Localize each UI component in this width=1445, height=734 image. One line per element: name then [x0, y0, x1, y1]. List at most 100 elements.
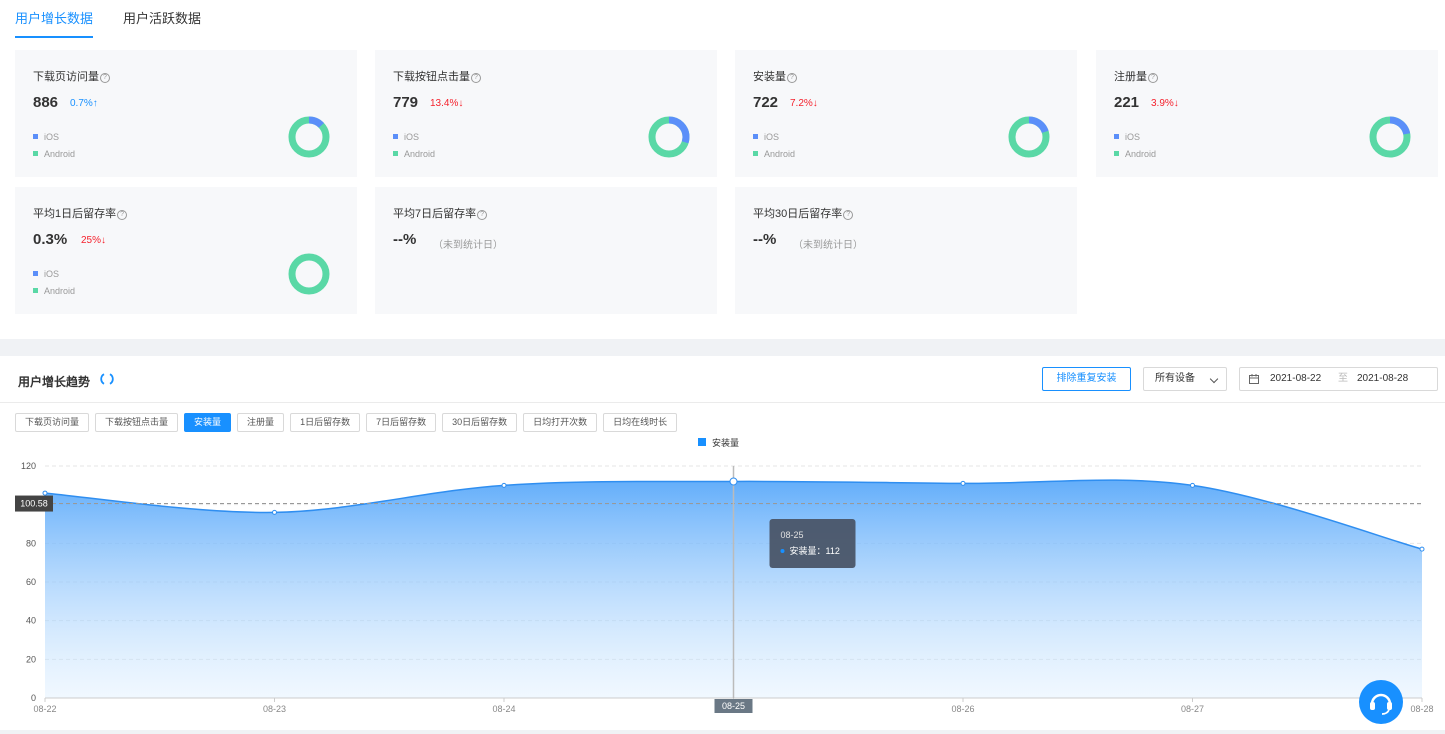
legend-ios: iOS — [33, 132, 59, 142]
y-tick-label: 120 — [21, 461, 36, 471]
help-icon[interactable]: ? — [471, 73, 481, 83]
crosshair-x-label: 08-25 — [722, 701, 745, 711]
tooltip-sep: ： — [817, 546, 826, 556]
legend-dot — [753, 134, 758, 139]
platform-donut-chart[interactable] — [1368, 115, 1412, 159]
legend-dot — [33, 288, 38, 293]
stat-card-value: 221 — [1114, 94, 1140, 111]
stat-card: 平均7日后留存率? --% （未到统计日） — [375, 187, 717, 314]
stat-card-value: 886 — [33, 94, 59, 111]
stat-card-title: 平均7日后留存率? — [393, 205, 488, 221]
platform-donut-chart[interactable] — [647, 115, 691, 159]
legend-dot — [753, 151, 758, 156]
date-start[interactable]: 2021-08-22 — [1270, 368, 1321, 390]
headset-icon — [1370, 693, 1392, 715]
stat-card-title: 下载页访问量? — [33, 68, 110, 84]
date-range-picker[interactable]: 2021-08-22 至 2021-08-28 — [1239, 367, 1438, 391]
refresh-icon[interactable] — [100, 372, 114, 386]
chevron-down-icon — [1209, 374, 1219, 384]
arrow-down-icon: ↓ — [101, 235, 107, 246]
metric-button[interactable]: 1日后留存数 — [290, 413, 361, 432]
change-rate: 3.9%↓ — [1151, 98, 1179, 109]
growth-overview-panel: 用户增长数据 用户活跃数据 下载页访问量? 886 0.7%↑ iOS Android 下… — [0, 0, 1445, 339]
legend-android: Android — [753, 149, 795, 159]
help-icon[interactable]: ? — [477, 210, 488, 220]
stat-card: 注册量? 221 3.9%↓ iOS Android — [1096, 50, 1438, 177]
x-tick-label: 08-22 — [33, 704, 56, 714]
stat-card-value: --% — [393, 231, 417, 248]
stat-card-title-text: 平均30日后留存率 — [753, 208, 843, 220]
chart-tooltip: 08-25 安装量：112 — [769, 519, 856, 568]
trend-chart[interactable]: 安装量020406080100120100.5808-2208-2308-240… — [0, 434, 1445, 730]
legend-label: Android — [404, 149, 436, 159]
data-point — [272, 509, 277, 515]
platform-donut-chart[interactable] — [1007, 115, 1051, 159]
tooltip-value: 112 — [826, 546, 840, 556]
device-select[interactable]: 所有设备 — [1143, 367, 1227, 391]
legend-ios: iOS — [33, 269, 59, 279]
legend-dot — [393, 151, 398, 156]
x-tick-label: 08-28 — [1410, 704, 1433, 714]
change-rate-value: 0.7% — [70, 98, 93, 109]
date-end[interactable]: 2021-08-28 — [1357, 368, 1408, 390]
tab-user-activity[interactable]: 用户活跃数据 — [123, 0, 201, 38]
y-tick-label: 60 — [26, 577, 36, 587]
y-tick-label: 20 — [26, 654, 36, 664]
stat-card-value: 0.3% — [33, 231, 68, 248]
metric-button[interactable]: 7日后留存数 — [366, 413, 437, 432]
tooltip-dot — [780, 549, 785, 553]
data-tabs: 用户增长数据 用户活跃数据 — [15, 0, 231, 38]
metric-button[interactable]: 下载页访问量 — [15, 413, 90, 432]
legend-android: Android — [1114, 149, 1156, 159]
tab-user-growth[interactable]: 用户增长数据 — [15, 0, 94, 38]
calendar-icon — [1249, 374, 1259, 384]
help-icon[interactable]: ? — [843, 210, 854, 220]
y-tick-label: 80 — [26, 538, 36, 548]
help-icon[interactable]: ? — [117, 210, 128, 220]
growth-trend-panel: 用户增长趋势 排除重复安装 所有设备 2021-08-22 至 2021-08-… — [0, 356, 1445, 730]
stat-card-title-text: 下载按钮点击量 — [393, 71, 470, 83]
customer-support-button[interactable] — [1359, 680, 1403, 724]
legend-dot — [33, 134, 38, 139]
stat-card-value: --% — [753, 231, 777, 248]
metric-button[interactable]: 注册量 — [237, 413, 285, 432]
y-tick-label: 40 — [26, 616, 36, 626]
help-icon[interactable]: ? — [787, 73, 797, 83]
chart-legend[interactable]: 安装量 — [698, 437, 739, 448]
platform-donut-chart[interactable] — [287, 252, 331, 296]
data-point — [1419, 546, 1425, 552]
legend-dot — [33, 151, 38, 156]
legend-label: Android — [44, 286, 76, 296]
stat-card-title-text: 注册量 — [1114, 71, 1147, 83]
change-rate-value: 7.2% — [790, 98, 813, 109]
change-rate-value: 25% — [81, 235, 102, 246]
exclude-duplicate-install-button[interactable]: 排除重复安装 — [1042, 367, 1131, 391]
metric-button[interactable]: 30日后留存数 — [442, 413, 518, 432]
stat-card-title-text: 平均1日后留存率 — [33, 208, 117, 220]
x-tick-label: 08-27 — [1181, 704, 1204, 714]
help-icon[interactable]: ? — [1148, 73, 1158, 83]
stat-card-value: 779 — [393, 94, 419, 111]
change-rate: 0.7%↑ — [70, 98, 98, 109]
tooltip-entry: 安装量：112 — [790, 545, 840, 556]
legend-label: Android — [44, 149, 76, 159]
legend-dot — [1114, 151, 1119, 156]
metric-button[interactable]: 日均在线时长 — [603, 413, 678, 432]
platform-donut-chart[interactable] — [287, 115, 331, 159]
metric-button[interactable]: 日均打开次数 — [523, 413, 598, 432]
stat-card-title: 安装量? — [753, 68, 797, 84]
date-separator: 至 — [1338, 373, 1348, 384]
tooltip-bg — [769, 519, 856, 568]
metric-button[interactable]: 安装量 — [184, 413, 232, 432]
data-point — [729, 477, 738, 486]
help-icon[interactable]: ? — [100, 73, 110, 83]
legend-label: iOS — [44, 132, 60, 142]
donut-slice-android — [288, 253, 330, 295]
change-rate: 13.4%↓ — [430, 98, 463, 109]
x-tick-label: 08-23 — [263, 704, 286, 714]
metric-button[interactable]: 下载按钮点击量 — [95, 413, 179, 432]
legend-label: iOS — [1125, 132, 1141, 142]
trend-title: 用户增长趋势 — [18, 375, 91, 389]
legend-label: Android — [764, 149, 796, 159]
x-tick-label: 08-26 — [951, 704, 974, 714]
